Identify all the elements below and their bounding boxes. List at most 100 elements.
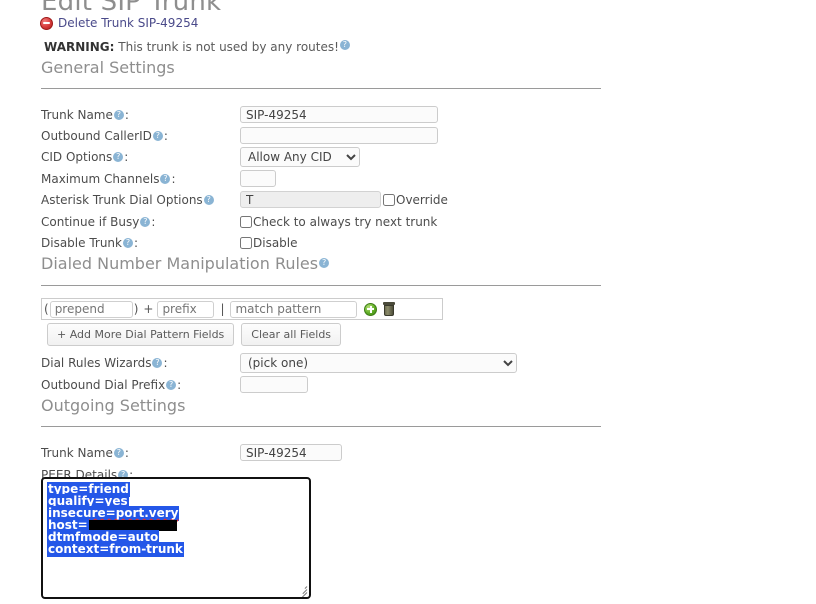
warning-text: This trunk is not used by any routes!: [114, 40, 339, 54]
help-question-icon[interactable]: [160, 173, 171, 184]
row-continue-if-busy: Continue if Busy: Check to always try ne…: [41, 211, 601, 232]
dial-pattern-prefix-input[interactable]: [157, 300, 215, 318]
warning-message: WARNING: This trunk is not used by any r…: [44, 39, 351, 54]
continue-if-busy-checkbox-wrap[interactable]: Check to always try next trunk: [240, 215, 437, 229]
cid-options-select[interactable]: Allow Any CID: [240, 146, 360, 167]
label-cid-options-suffix: :: [124, 149, 129, 164]
row-dial-rules-wizards: Dial Rules Wizards: (pick one): [41, 352, 601, 373]
label-asterisk-dial-options: Asterisk Trunk Dial Options: [41, 193, 240, 207]
disable-trunk-label: Disable: [253, 235, 298, 250]
row-cid-options: CID Options: Allow Any CID: [41, 146, 601, 167]
warning-prefix: WARNING:: [44, 40, 115, 54]
delete-trunk-link[interactable]: Delete Trunk SIP-49254: [58, 16, 198, 30]
delete-circle-icon: [40, 16, 53, 30]
help-question-icon[interactable]: [166, 379, 177, 390]
label-trunk-name-outgoing: Trunk Name:: [41, 446, 240, 460]
label-continue-if-busy-text: Continue if Busy: [41, 214, 140, 229]
help-question-icon[interactable]: [113, 109, 124, 120]
add-circle-icon[interactable]: [364, 302, 378, 316]
divider-general: [41, 88, 601, 89]
row-maximum-channels: Maximum Channels:: [41, 168, 601, 189]
help-question-icon[interactable]: [319, 257, 330, 268]
override-checkbox[interactable]: [383, 193, 395, 206]
label-trunk-name-outgoing-text: Trunk Name: [41, 445, 113, 460]
disable-trunk-checkbox[interactable]: [240, 236, 252, 249]
help-question-icon[interactable]: [123, 237, 133, 248]
trunk-name-input[interactable]: [240, 106, 438, 123]
dial-pattern-pipe: |: [220, 302, 225, 316]
row-trunk-name-general: Trunk Name:: [41, 104, 601, 125]
label-disable-trunk: Disable Trunk:: [41, 236, 240, 250]
label-outbound-dial-prefix: Outbound Dial Prefix:: [41, 378, 240, 392]
override-label: Override: [396, 192, 448, 207]
label-disable-trunk-suffix: :: [134, 235, 139, 250]
page-title: Edit SIP Trunk: [41, 0, 222, 17]
asterisk-dial-options-input[interactable]: [240, 191, 381, 208]
help-question-icon[interactable]: [113, 447, 124, 458]
peer-details-line: context=from-trunk: [47, 542, 304, 557]
help-question-icon[interactable]: [339, 39, 350, 50]
row-outbound-dial-prefix: Outbound Dial Prefix:: [41, 374, 601, 395]
label-outbound-callerid-suffix: :: [163, 128, 168, 143]
label-continue-if-busy-suffix: :: [151, 214, 156, 229]
maximum-channels-input[interactable]: [240, 170, 276, 187]
section-heading-outgoing: Outgoing Settings: [41, 396, 186, 415]
continue-if-busy-label: Check to always try next trunk: [253, 214, 438, 229]
peer-details-line-text: context=from-trunk: [47, 542, 184, 557]
dial-rules-wizards-select[interactable]: (pick one): [240, 352, 517, 373]
label-trunk-name: Trunk Name:: [41, 108, 240, 122]
row-trunk-name-outgoing: Trunk Name:: [41, 442, 601, 463]
continue-if-busy-checkbox[interactable]: [240, 215, 252, 228]
help-question-icon[interactable]: [140, 216, 151, 227]
label-trunk-name-suffix: :: [124, 107, 129, 122]
label-dial-rules-wizards: Dial Rules Wizards:: [41, 356, 240, 370]
override-checkbox-wrap[interactable]: Override: [383, 193, 448, 207]
help-question-icon[interactable]: [203, 194, 214, 205]
delete-trunk-row[interactable]: Delete Trunk SIP-49254: [40, 16, 198, 30]
trash-icon[interactable]: [383, 302, 396, 316]
peer-details-content[interactable]: type=friend qualify=yes insecure=port.very…: [47, 482, 304, 557]
peer-details-textarea[interactable]: type=friend qualify=yes insecure=port.very…: [41, 477, 311, 599]
label-cid-options: CID Options:: [41, 150, 240, 164]
add-more-dial-pattern-fields-button[interactable]: + Add More Dial Pattern Fields: [47, 323, 235, 346]
dial-pattern-row: ( ) + |: [41, 298, 443, 320]
dial-pattern-close-paren: ): [133, 302, 139, 316]
label-outbound-callerid-text: Outbound CallerID: [41, 128, 152, 143]
section-heading-general: General Settings: [41, 58, 175, 77]
label-maximum-channels: Maximum Channels:: [41, 172, 240, 186]
label-asterisk-dial-options-text: Asterisk Trunk Dial Options: [41, 192, 203, 207]
section-heading-dialed-rules: Dialed Number Manipulation Rules: [41, 254, 330, 273]
clear-all-fields-button[interactable]: Clear all Fields: [241, 323, 342, 346]
label-cid-options-text: CID Options: [41, 149, 113, 164]
label-maximum-channels-suffix: :: [171, 171, 176, 186]
dial-pattern-prepend-input[interactable]: [49, 300, 133, 318]
help-question-icon[interactable]: [152, 357, 163, 368]
divider-outgoing: [41, 426, 601, 427]
label-dial-rules-wizards-suffix: :: [163, 355, 168, 370]
help-question-icon[interactable]: [152, 130, 163, 141]
label-outbound-dial-prefix-text: Outbound Dial Prefix: [41, 377, 166, 392]
row-asterisk-dial-options: Asterisk Trunk Dial Options Override: [41, 189, 601, 210]
dial-pattern-plus: +: [143, 302, 154, 316]
dial-pattern-open-paren: (: [44, 302, 49, 316]
label-trunk-name-text: Trunk Name: [41, 107, 113, 122]
divider-dialed-rules: [41, 285, 601, 286]
disable-trunk-checkbox-wrap[interactable]: Disable: [240, 236, 298, 250]
outbound-callerid-input[interactable]: [240, 127, 438, 144]
outgoing-trunk-name-input[interactable]: [240, 444, 342, 461]
section-heading-dialed-rules-text: Dialed Number Manipulation Rules: [41, 254, 319, 273]
label-trunk-name-outgoing-suffix: :: [124, 445, 129, 460]
resize-grip-icon[interactable]: [296, 584, 308, 597]
dial-pattern-buttons: + Add More Dial Pattern Fields Clear all…: [47, 323, 342, 346]
label-maximum-channels-text: Maximum Channels: [41, 171, 160, 186]
label-outbound-dial-prefix-suffix: :: [177, 377, 182, 392]
row-outbound-callerid: Outbound CallerID:: [41, 125, 601, 146]
help-question-icon[interactable]: [113, 151, 124, 162]
row-disable-trunk: Disable Trunk: Disable: [41, 232, 601, 253]
outbound-dial-prefix-input[interactable]: [240, 376, 308, 393]
label-disable-trunk-text: Disable Trunk: [41, 235, 122, 250]
label-dial-rules-wizards-text: Dial Rules Wizards: [41, 355, 152, 370]
label-continue-if-busy: Continue if Busy:: [41, 215, 240, 229]
label-outbound-callerid: Outbound CallerID:: [41, 129, 240, 143]
dial-pattern-match-input[interactable]: [230, 300, 358, 318]
